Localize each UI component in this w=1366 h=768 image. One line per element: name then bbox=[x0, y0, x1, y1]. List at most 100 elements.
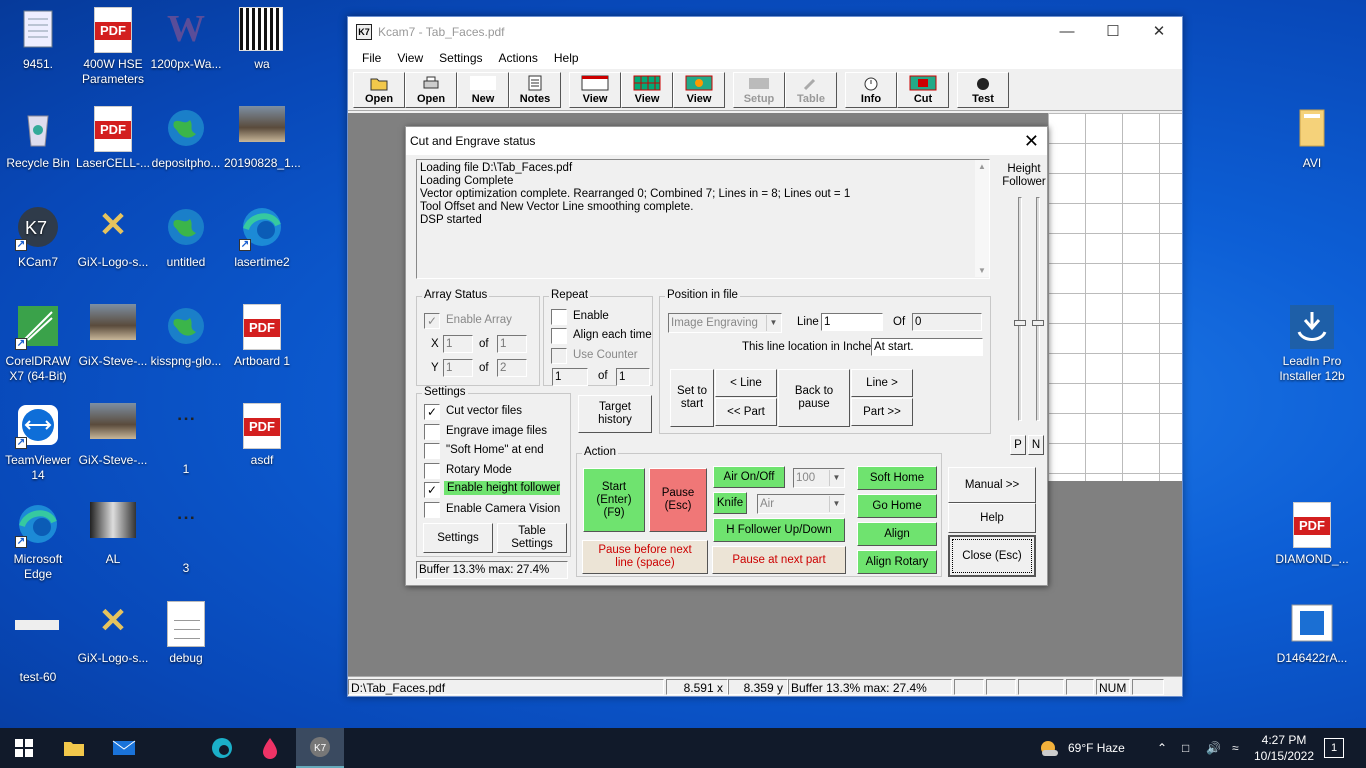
kcam-taskbar-icon[interactable]: K7 bbox=[296, 728, 344, 768]
next-part-button[interactable]: Part >> bbox=[851, 398, 913, 426]
of-input[interactable]: 0 bbox=[912, 313, 982, 331]
desktop-icon[interactable]: ▪ ▪ ▪ 3 bbox=[148, 495, 224, 591]
volume-icon[interactable]: 🔊 bbox=[1206, 728, 1221, 768]
desktop-icon[interactable]: wa bbox=[224, 0, 300, 96]
align-button[interactable]: Align bbox=[857, 522, 937, 546]
desktop-icon[interactable]: depositpho... bbox=[148, 99, 224, 195]
height-slider-right[interactable] bbox=[1032, 197, 1044, 421]
open-file-button[interactable]: Open bbox=[405, 72, 457, 108]
enable-array-checkbox[interactable]: ✓ bbox=[424, 313, 440, 329]
n-button[interactable]: N bbox=[1028, 435, 1044, 455]
line-location-input[interactable]: At start. bbox=[871, 338, 983, 356]
cut-button[interactable]: Cut bbox=[897, 72, 949, 108]
setup-button[interactable]: Setup bbox=[733, 72, 785, 108]
desktop-icon[interactable]: 9451. bbox=[0, 0, 76, 96]
gas-select[interactable]: Air ▼ bbox=[757, 494, 845, 514]
desktop-icon[interactable]: 20190828_1... bbox=[224, 99, 301, 195]
mail-icon[interactable] bbox=[100, 728, 148, 768]
cut-vector-checkbox[interactable]: ✓ bbox=[424, 404, 440, 420]
camera-vision-checkbox[interactable] bbox=[424, 502, 440, 518]
desktop-icon[interactable]: K7 ↗ KCam7 bbox=[0, 198, 76, 294]
menu-help[interactable]: Help bbox=[546, 51, 587, 65]
help-button[interactable]: Help bbox=[948, 503, 1036, 533]
menu-actions[interactable]: Actions bbox=[491, 51, 546, 65]
use-counter-checkbox[interactable] bbox=[551, 348, 567, 364]
prev-line-button[interactable]: < Line bbox=[715, 369, 777, 397]
back-to-pause-button[interactable]: Back to pause bbox=[778, 369, 850, 427]
array-x-input[interactable]: 1 bbox=[443, 335, 473, 353]
wifi-icon[interactable]: ≈ bbox=[1232, 728, 1239, 768]
pause-button[interactable]: Pause (Esc) bbox=[649, 468, 707, 532]
menu-file[interactable]: File bbox=[354, 51, 389, 65]
desktop-icon[interactable]: LeadIn Pro Installer 12b bbox=[1274, 297, 1350, 393]
air-toggle-button[interactable]: Air On/Off bbox=[713, 466, 785, 488]
device-icon[interactable]: □ bbox=[1182, 728, 1189, 768]
repeat-total-input[interactable]: 1 bbox=[616, 368, 650, 386]
maximize-button[interactable]: ☐ bbox=[1090, 17, 1136, 47]
desktop-icon[interactable]: GiX-Steve-... bbox=[75, 297, 151, 393]
open-button[interactable]: Open bbox=[353, 72, 405, 108]
notification-icon[interactable]: 1 bbox=[1324, 738, 1344, 758]
clock[interactable]: 4:27 PM 10/15/2022 bbox=[1252, 732, 1316, 764]
target-history-button[interactable]: Target history bbox=[578, 395, 652, 433]
log-scrollbar[interactable]: ▲ ▼ bbox=[975, 160, 989, 277]
array-y-total[interactable]: 2 bbox=[497, 359, 527, 377]
desktop-icon[interactable]: PDF Artboard 1 bbox=[224, 297, 300, 393]
manual-button[interactable]: Manual >> bbox=[948, 467, 1036, 503]
desktop-icon[interactable]: PDF DIAMOND_... bbox=[1274, 495, 1350, 591]
slider-thumb[interactable] bbox=[1014, 320, 1026, 326]
menu-view[interactable]: View bbox=[389, 51, 431, 65]
knife-button[interactable]: Knife bbox=[713, 492, 747, 514]
view-button-2[interactable]: View bbox=[621, 72, 673, 108]
desktop-icon[interactable]: PDF 400W HSE Parameters bbox=[75, 0, 151, 96]
desktop-icon[interactable]: D146422rA... bbox=[1274, 594, 1350, 690]
table-button[interactable]: Table bbox=[785, 72, 837, 108]
desktop-icon[interactable]: PDF asdf bbox=[224, 396, 300, 492]
window-titlebar[interactable]: K7 Kcam7 - Tab_Faces.pdf — ☐ ✕ bbox=[348, 17, 1182, 47]
weather-icon[interactable] bbox=[1038, 728, 1060, 768]
new-button[interactable]: New bbox=[457, 72, 509, 108]
rotary-mode-checkbox[interactable] bbox=[424, 463, 440, 479]
edge-taskbar-icon[interactable] bbox=[198, 728, 246, 768]
desktop-icon[interactable]: ↗ CorelDRAW X7 (64-Bit) bbox=[0, 297, 76, 393]
dialog-titlebar[interactable]: Cut and Engrave status ✕ bbox=[406, 127, 1047, 155]
desktop-icon[interactable]: test-60 bbox=[0, 594, 76, 690]
array-x-total[interactable]: 1 bbox=[497, 335, 527, 353]
close-window-button[interactable]: ✕ bbox=[1136, 17, 1182, 47]
power-select[interactable]: 100 ▼ bbox=[793, 468, 845, 488]
prev-part-button[interactable]: << Part bbox=[715, 398, 777, 426]
repeat-count-input[interactable]: 1 bbox=[552, 368, 588, 386]
desktop-icon[interactable]: kisspng-glo... bbox=[148, 297, 224, 393]
table-settings-button[interactable]: Table Settings bbox=[497, 523, 567, 553]
repeat-enable-checkbox[interactable] bbox=[551, 309, 567, 325]
desktop-icon[interactable]: AVI bbox=[1274, 99, 1350, 195]
desktop-icon[interactable]: untitled bbox=[148, 198, 224, 294]
line-input[interactable]: 1 bbox=[821, 313, 883, 331]
settings-button[interactable]: Settings bbox=[423, 523, 493, 553]
height-slider-left[interactable] bbox=[1014, 197, 1026, 421]
slider-thumb[interactable] bbox=[1032, 320, 1044, 326]
array-y-input[interactable]: 1 bbox=[443, 359, 473, 377]
pause-before-next-line-button[interactable]: Pause before next line (space) bbox=[582, 540, 708, 574]
desktop-icon[interactable]: AL bbox=[75, 495, 151, 591]
soft-home-checkbox[interactable] bbox=[424, 443, 440, 459]
test-button[interactable]: Test bbox=[957, 72, 1009, 108]
tray-chevron-up-icon[interactable]: ⌃ bbox=[1157, 728, 1167, 768]
align-rotary-button[interactable]: Align Rotary bbox=[857, 550, 937, 574]
desktop-icon[interactable]: ✕ GiX-Logo-s... bbox=[75, 198, 151, 294]
desktop-icon[interactable]: PDF LaserCELL-... bbox=[75, 99, 151, 195]
p-button[interactable]: P bbox=[1010, 435, 1026, 455]
desktop-icon[interactable]: ▪ ▪ ▪ 1 bbox=[148, 396, 224, 492]
minimize-button[interactable]: — bbox=[1044, 17, 1090, 47]
view-button-3[interactable]: View bbox=[673, 72, 725, 108]
file-explorer-icon[interactable] bbox=[50, 728, 98, 768]
view-button-1[interactable]: View bbox=[569, 72, 621, 108]
h-follower-updown-button[interactable]: H Follower Up/Down bbox=[713, 518, 845, 542]
status-log[interactable]: Loading file D:\Tab_Faces.pdf Loading Co… bbox=[416, 159, 990, 279]
align-each-time-checkbox[interactable] bbox=[551, 328, 567, 344]
desktop-icon[interactable]: ↗ TeamViewer 14 bbox=[0, 396, 76, 492]
engrave-image-checkbox[interactable] bbox=[424, 424, 440, 440]
desktop-icon[interactable]: Recycle Bin bbox=[0, 99, 76, 195]
desktop-icon[interactable]: GiX-Steve-... bbox=[75, 396, 151, 492]
dialog-close-icon[interactable]: ✕ bbox=[1024, 127, 1039, 155]
